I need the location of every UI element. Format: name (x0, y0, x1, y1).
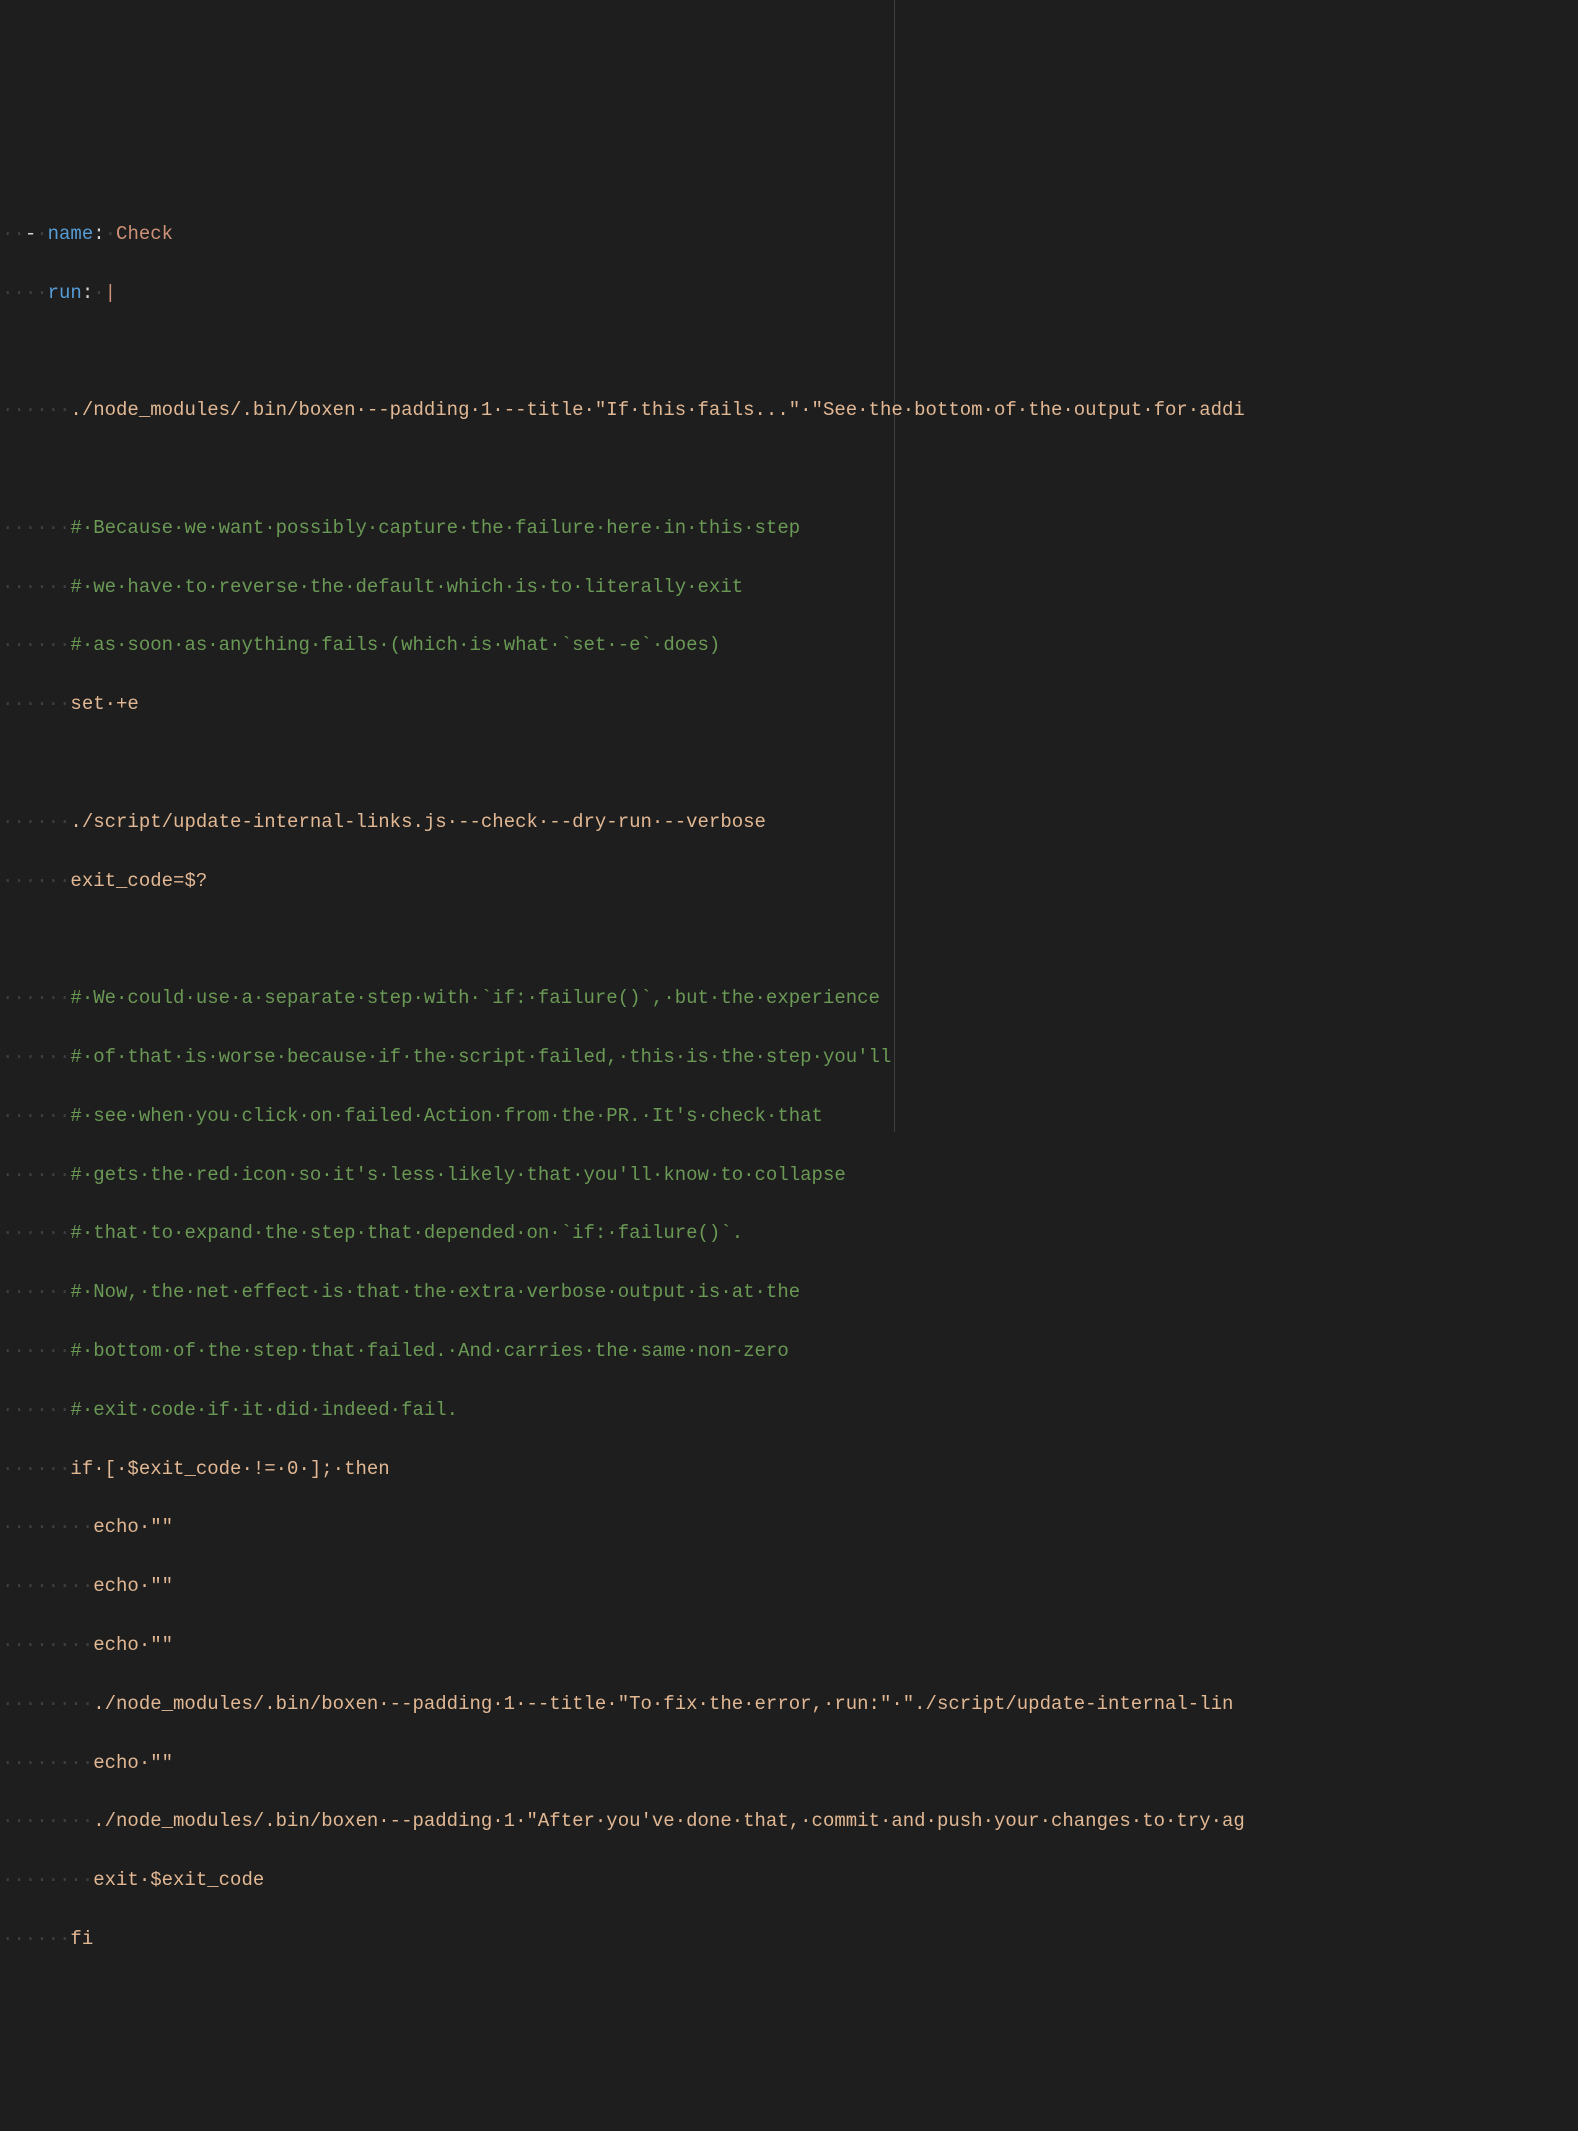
code-comment: #·that·to·expand·the·step·that·depended·… (70, 1222, 743, 1244)
code-line[interactable]: ······#·gets·the·red·icon·so·it's·less·l… (2, 1161, 1578, 1190)
whitespace: ······ (2, 1222, 70, 1244)
code-line[interactable] (2, 337, 1578, 366)
code-line[interactable]: ········echo·"" (2, 1572, 1578, 1601)
whitespace: ······ (2, 1458, 70, 1480)
code-line[interactable]: ········./node_modules/.bin/boxen·--padd… (2, 1807, 1578, 1836)
code-comment: #·see·when·you·click·on·failed·Action·fr… (70, 1105, 823, 1127)
shell-code: echo·"" (93, 1516, 173, 1538)
whitespace: · (93, 282, 104, 304)
whitespace: ········ (2, 1752, 93, 1774)
whitespace: ······ (2, 987, 70, 1009)
whitespace: ······ (2, 1105, 70, 1127)
whitespace: ······ (2, 693, 70, 715)
code-line[interactable]: ······#·of·that·is·worse·because·if·the·… (2, 1043, 1578, 1072)
code-line[interactable]: ······./script/update-internal-links.js·… (2, 808, 1578, 837)
code-comment: #·as·soon·as·anything·fails·(which·is·wh… (70, 634, 720, 656)
code-comment: #·We·could·use·a·separate·step·with·`if:… (70, 987, 880, 1009)
code-line[interactable]: ······#·see·when·you·click·on·failed·Act… (2, 1102, 1578, 1131)
whitespace: ·· (2, 223, 25, 245)
whitespace: ······ (2, 517, 70, 539)
whitespace: ······ (2, 1164, 70, 1186)
code-line[interactable]: ········echo·"" (2, 1631, 1578, 1660)
shell-code: ./node_modules/.bin/boxen·--padding·1·--… (93, 1693, 1233, 1715)
code-editor[interactable]: ··-·name:·Check ····run:·| ······./node_… (0, 176, 1578, 1983)
shell-code: fi (70, 1928, 93, 1950)
code-line[interactable]: ········./node_modules/.bin/boxen·--padd… (2, 1690, 1578, 1719)
yaml-value: Check (116, 223, 173, 245)
yaml-key: run (48, 282, 82, 304)
shell-code: exit_code=$? (70, 870, 207, 892)
code-comment: #·gets·the·red·icon·so·it's·less·likely·… (70, 1164, 845, 1186)
shell-code: echo·"" (93, 1634, 173, 1656)
code-comment: #·Because·we·want·possibly·capture·the·f… (70, 517, 800, 539)
code-line[interactable]: ······#·bottom·of·the·step·that·failed.·… (2, 1337, 1578, 1366)
shell-code: echo·"" (93, 1752, 173, 1774)
code-line[interactable]: ······#·that·to·expand·the·step·that·dep… (2, 1219, 1578, 1248)
whitespace: ······ (2, 1399, 70, 1421)
whitespace: ······ (2, 576, 70, 598)
yaml-colon: : (93, 223, 104, 245)
code-line[interactable]: ······#·We·could·use·a·separate·step·wit… (2, 984, 1578, 1013)
whitespace: ······ (2, 1928, 70, 1950)
shell-code: set·+e (70, 693, 138, 715)
code-line[interactable]: ······set·+e (2, 690, 1578, 719)
code-line[interactable] (2, 925, 1578, 954)
code-line[interactable] (2, 749, 1578, 778)
whitespace: ······ (2, 811, 70, 833)
whitespace: ······ (2, 634, 70, 656)
whitespace: ········ (2, 1869, 93, 1891)
yaml-key: name (48, 223, 94, 245)
code-line[interactable]: ········echo·"" (2, 1513, 1578, 1542)
whitespace: ······ (2, 399, 70, 421)
code-comment: #·we·have·to·reverse·the·default·which·i… (70, 576, 743, 598)
shell-code: if·[·$exit_code·!=·0·];·then (70, 1458, 389, 1480)
code-line[interactable]: ········echo·"" (2, 1749, 1578, 1778)
shell-code: ./script/update-internal-links.js·--chec… (70, 811, 766, 833)
code-comment: #·Now,·the·net·effect·is·that·the·extra·… (70, 1281, 800, 1303)
code-comment: #·exit·code·if·it·did·indeed·fail. (70, 1399, 458, 1421)
whitespace: ·· (2, 282, 25, 304)
shell-code: echo·"" (93, 1575, 173, 1597)
code-line[interactable]: ····run:·| (2, 279, 1578, 308)
whitespace: ········ (2, 1693, 93, 1715)
whitespace: ········ (2, 1810, 93, 1832)
whitespace: ·· (25, 282, 48, 304)
code-line[interactable] (2, 455, 1578, 484)
code-line[interactable]: ······#·we·have·to·reverse·the·default·w… (2, 573, 1578, 602)
whitespace: ········ (2, 1575, 93, 1597)
whitespace: ······ (2, 1281, 70, 1303)
code-line[interactable]: ······#·exit·code·if·it·did·indeed·fail. (2, 1396, 1578, 1425)
code-comment: #·bottom·of·the·step·that·failed.·And·ca… (70, 1340, 788, 1362)
code-line[interactable]: ······exit_code=$? (2, 867, 1578, 896)
whitespace: ········ (2, 1634, 93, 1656)
yaml-colon: : (82, 282, 93, 304)
code-line[interactable]: ······fi (2, 1925, 1578, 1954)
shell-code: ./node_modules/.bin/boxen·--padding·1·"A… (93, 1810, 1245, 1832)
yaml-pipe: | (105, 282, 116, 304)
whitespace: ········ (2, 1516, 93, 1538)
code-line[interactable]: ······#·Now,·the·net·effect·is·that·the·… (2, 1278, 1578, 1307)
code-line[interactable]: ······#·as·soon·as·anything·fails·(which… (2, 631, 1578, 660)
shell-code: ./node_modules/.bin/boxen·--padding·1·--… (70, 399, 1244, 421)
whitespace: ······ (2, 1046, 70, 1068)
code-line[interactable]: ··-·name:·Check (2, 220, 1578, 249)
whitespace: · (36, 223, 47, 245)
code-line[interactable]: ······#·Because·we·want·possibly·capture… (2, 514, 1578, 543)
whitespace: ······ (2, 870, 70, 892)
yaml-dash: - (25, 223, 36, 245)
whitespace: · (105, 223, 116, 245)
whitespace: ······ (2, 1340, 70, 1362)
code-line[interactable]: ······if·[·$exit_code·!=·0·];·then (2, 1455, 1578, 1484)
shell-code: exit·$exit_code (93, 1869, 264, 1891)
code-comment: #·of·that·is·worse·because·if·the·script… (70, 1046, 891, 1068)
code-line[interactable]: ······./node_modules/.bin/boxen·--paddin… (2, 396, 1578, 425)
code-line[interactable]: ········exit·$exit_code (2, 1866, 1578, 1895)
